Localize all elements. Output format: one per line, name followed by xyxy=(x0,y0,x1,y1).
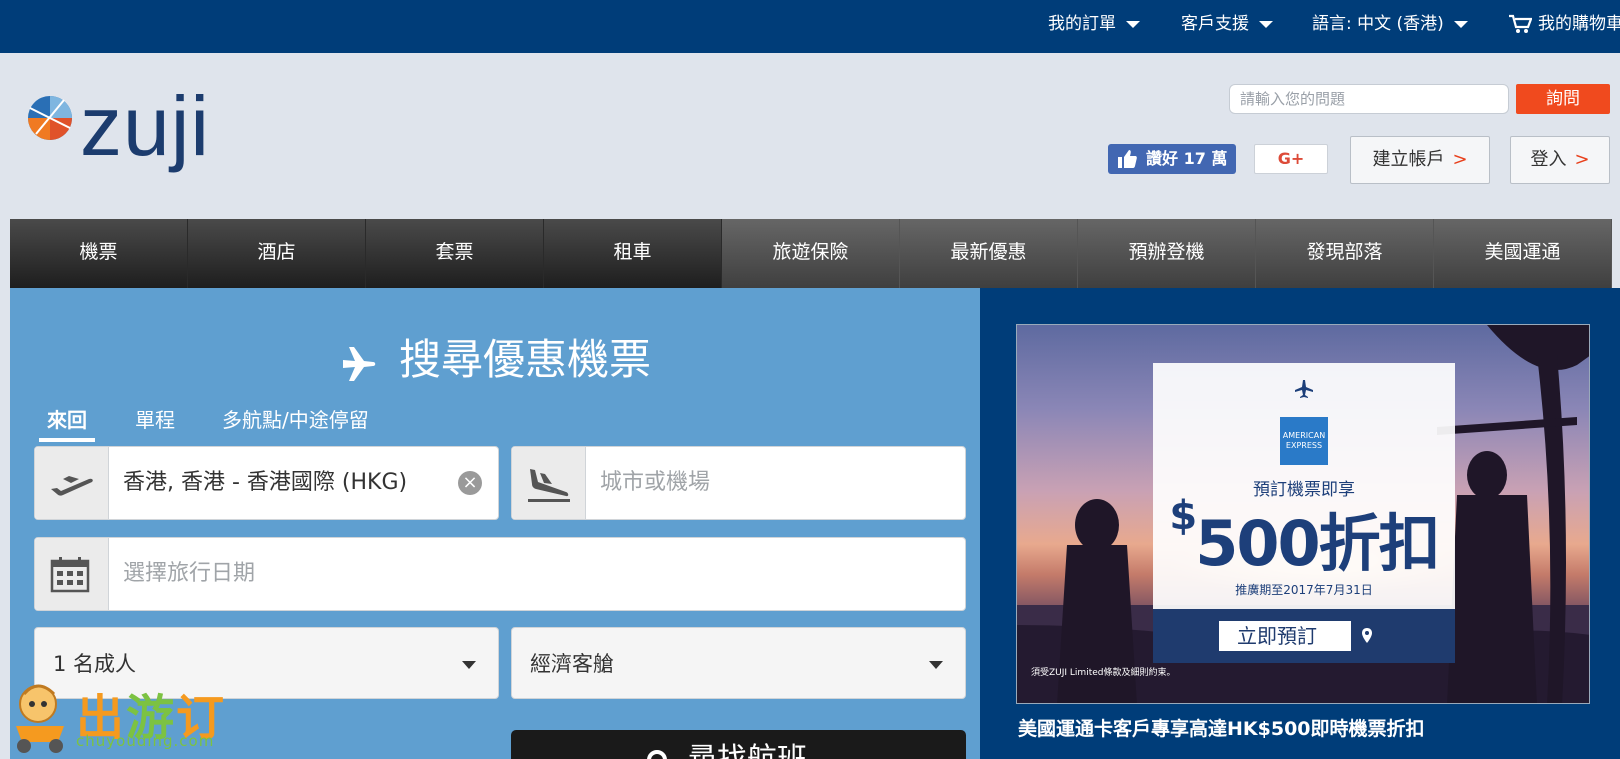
pin-icon xyxy=(1351,621,1383,651)
support-menu[interactable]: 客戶支援 xyxy=(1181,0,1273,53)
login-button[interactable]: 登入 > xyxy=(1510,136,1610,184)
destination-icon-box xyxy=(512,447,586,519)
main-nav: 機票 酒店 套票 租車 旅遊保險 最新優惠 預辦登機 發現部落 美國運通 xyxy=(10,219,1620,288)
book-now-label: 立即預訂 xyxy=(1237,624,1317,648)
chevron-down-icon xyxy=(1259,20,1273,28)
amex-logo-icon: AMERICAN EXPRESS xyxy=(1280,417,1328,465)
chevron-down-icon xyxy=(1453,20,1468,28)
nav-item-hotels[interactable]: 酒店 xyxy=(188,219,366,288)
watermark-url: chuyouding.com xyxy=(76,732,215,750)
question-input[interactable] xyxy=(1229,84,1509,114)
fb-like-label: 讚好 17 萬 xyxy=(1146,149,1228,168)
search-flights-button[interactable]: 尋找航班 xyxy=(511,730,966,759)
my-orders-label: 我的訂單 xyxy=(1048,14,1116,34)
mascot-logo-icon xyxy=(16,684,64,753)
takeoff-icon xyxy=(51,476,93,496)
my-orders-menu[interactable]: 我的訂單 xyxy=(1048,0,1140,53)
top-bar: 我的訂單 客戶支援 語言: 中文 (香港) 我的購物車 xyxy=(0,0,1620,53)
chevron-down-icon xyxy=(929,661,943,669)
book-now-button[interactable]: 立即預訂 xyxy=(1217,619,1385,653)
promo-card: AMERICAN EXPRESS 預訂機票即享 $500折扣 推廣期至2017年… xyxy=(1153,363,1455,663)
destination-placeholder: 城市或機場 xyxy=(600,470,711,495)
search-icon xyxy=(647,750,667,759)
tab-one-way[interactable]: 單程 xyxy=(135,404,175,433)
origin-value: 香港, 香港 - 香港國際 (HKG) xyxy=(123,470,408,495)
landing-icon xyxy=(528,469,570,502)
tab-multi-city[interactable]: 多航點/中途停留 xyxy=(222,404,369,433)
nav-item-car-rental[interactable]: 租車 xyxy=(544,219,722,288)
ask-button[interactable]: 詢問 xyxy=(1516,84,1610,114)
promo-cta-bar: 立即預訂 xyxy=(1153,609,1455,663)
arrow-right-icon: > xyxy=(1574,149,1590,170)
logo-text: zuji xyxy=(80,79,211,173)
cart-label: 我的購物車 xyxy=(1538,14,1620,34)
create-account-button[interactable]: 建立帳戶 > xyxy=(1350,136,1490,184)
create-account-label: 建立帳戶 xyxy=(1372,149,1445,170)
date-placeholder: 選擇旅行日期 xyxy=(123,561,256,586)
login-label: 登入 xyxy=(1530,149,1567,170)
cabin-select[interactable]: 經濟客艙 xyxy=(511,627,966,699)
promo-banner[interactable]: AMERICAN EXPRESS 預訂機票即享 $500折扣 推廣期至2017年… xyxy=(1016,324,1590,704)
airplane-icon xyxy=(342,347,376,381)
google-plus-button[interactable]: G+ xyxy=(1254,144,1328,174)
tab-round-trip[interactable]: 來回 xyxy=(39,404,95,442)
arrow-right-icon: > xyxy=(1452,149,1468,170)
cart-icon xyxy=(1509,14,1532,33)
thumbs-up-icon xyxy=(1118,150,1137,168)
airplane-icon xyxy=(1295,380,1313,398)
search-title: 搜尋優惠機票 xyxy=(10,326,980,387)
promo-amount: $500折扣 xyxy=(1153,493,1455,583)
nav-item-travel-insurance[interactable]: 旅遊保險 xyxy=(722,219,900,288)
origin-icon-box xyxy=(35,447,109,519)
date-icon-box xyxy=(35,538,109,610)
support-label: 客戶支援 xyxy=(1181,14,1249,34)
nav-item-amex[interactable]: 美國運通 xyxy=(1434,219,1612,288)
chevron-down-icon xyxy=(1126,20,1140,28)
search-button-label: 尋找航班 xyxy=(687,742,807,759)
globe-logo-icon xyxy=(28,96,72,140)
nav-item-pre-checkin[interactable]: 預辦登機 xyxy=(1078,219,1256,288)
promo-caption-link[interactable]: 美國運通卡客戶專享高達HK$500即時機票折扣 xyxy=(1018,714,1425,741)
nav-item-flights[interactable]: 機票 xyxy=(10,219,188,288)
cabin-value: 經濟客艙 xyxy=(530,652,614,676)
promo-section: AMERICAN EXPRESS 預訂機票即享 $500折扣 推廣期至2017年… xyxy=(980,288,1620,759)
promo-dollar: $ xyxy=(1169,493,1197,539)
calendar-icon xyxy=(50,557,90,593)
nav-item-discover-blog[interactable]: 發現部落 xyxy=(1256,219,1434,288)
date-field[interactable]: 選擇旅行日期 xyxy=(34,537,966,611)
origin-field[interactable]: 香港, 香港 - 香港國際 (HKG) × xyxy=(34,446,499,520)
destination-field[interactable]: 城市或機場 xyxy=(511,446,966,520)
promo-fine-print: 須受ZUJI Limited條款及細則約束。 xyxy=(1031,668,1176,678)
language-menu[interactable]: 語言: 中文 (香港) xyxy=(1312,0,1468,53)
facebook-like-button[interactable]: 讚好 17 萬 xyxy=(1108,144,1236,174)
cart-link[interactable]: 我的購物車 xyxy=(1508,0,1620,53)
nav-item-packages[interactable]: 套票 xyxy=(366,219,544,288)
chuyouding-watermark: 出游订 chuyouding.com xyxy=(4,676,240,756)
chevron-down-icon xyxy=(462,661,476,669)
clear-icon[interactable]: × xyxy=(458,471,482,495)
zuji-logo[interactable]: zuji xyxy=(26,79,216,180)
promo-period: 推廣期至2017年7月31日 xyxy=(1235,583,1373,597)
promo-amount-text: 500折扣 xyxy=(1195,507,1440,580)
search-title-text: 搜尋優惠機票 xyxy=(398,335,651,384)
nav-item-latest-deals[interactable]: 最新優惠 xyxy=(900,219,1078,288)
language-label: 語言: 中文 (香港) xyxy=(1312,14,1444,34)
